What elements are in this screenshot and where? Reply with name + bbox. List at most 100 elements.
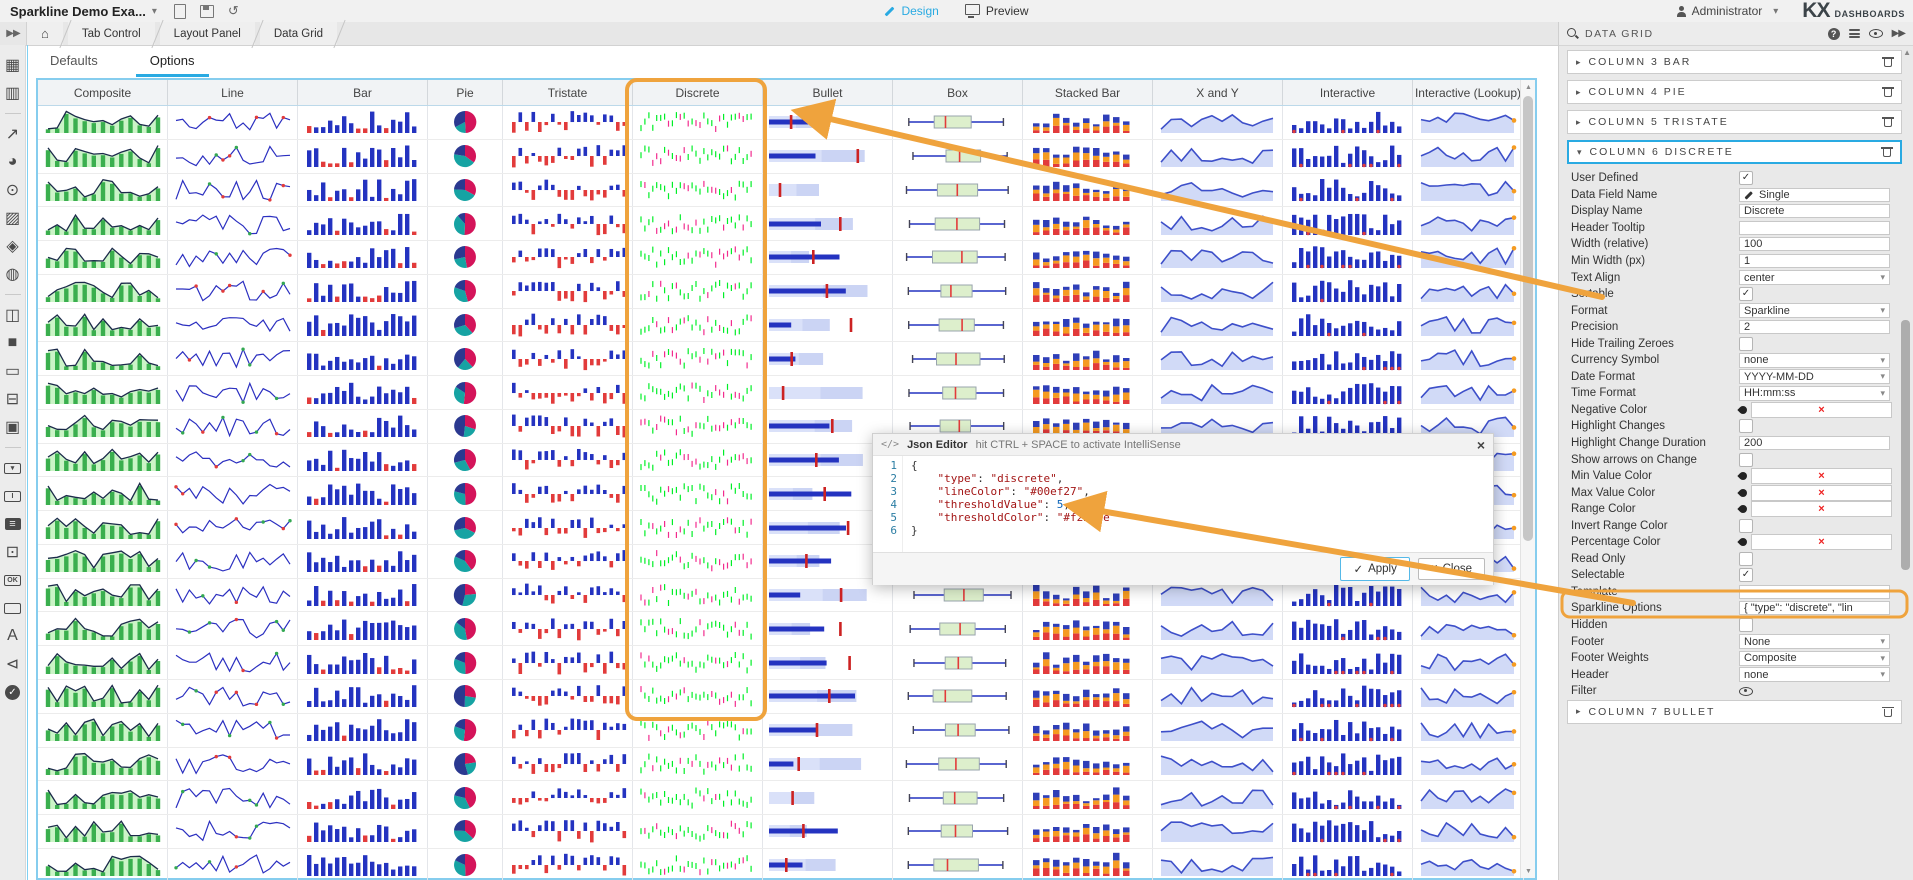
cell-composite[interactable] [38,376,168,409]
cell-bullet[interactable] [763,714,893,747]
color-droplet-icon[interactable] [1737,537,1748,548]
checkbox[interactable]: ✓ [1739,287,1753,301]
cell-lookup[interactable] [1413,376,1524,409]
cell-box[interactable] [893,612,1023,645]
cell-tristate[interactable] [503,646,633,679]
cell-line[interactable] [168,748,298,781]
color-droplet-icon[interactable] [1737,487,1748,498]
cell-xy[interactable] [1153,376,1283,409]
color-droplet-icon[interactable] [1737,404,1748,415]
cell-discrete[interactable] [633,815,763,848]
cell-discrete[interactable] [633,444,763,477]
tab-options[interactable]: Options [136,49,209,77]
cell-line[interactable] [168,241,298,274]
cell-tristate[interactable] [503,207,633,240]
cell-lookup[interactable] [1413,275,1524,308]
cell-interactive[interactable] [1283,748,1413,781]
cell-bullet[interactable] [763,275,893,308]
column-header-stackedbar[interactable]: Stacked Bar [1023,80,1153,105]
cell-tristate[interactable] [503,376,633,409]
cell-tristate[interactable] [503,849,633,880]
cell-bullet[interactable] [763,342,893,375]
cell-xy[interactable] [1153,680,1283,713]
cell-tristate[interactable] [503,748,633,781]
cell-xy[interactable] [1153,174,1283,207]
cell-lookup[interactable] [1413,781,1524,814]
cell-bar[interactable] [298,140,428,173]
breadcrumb-tab-control[interactable]: Tab Control [68,22,155,45]
cell-line[interactable] [168,511,298,544]
color-field[interactable]: × [1751,534,1892,550]
cell-tristate[interactable] [503,309,633,342]
delete-column-icon[interactable] [1882,147,1892,157]
cell-tristate[interactable] [503,140,633,173]
cell-line[interactable] [168,680,298,713]
cell-lookup[interactable] [1413,241,1524,274]
cell-pie[interactable] [428,140,503,173]
cell-stackedbar[interactable] [1023,815,1153,848]
cell-discrete[interactable] [633,309,763,342]
cell-stackedbar[interactable] [1023,646,1153,679]
pie-chart-icon[interactable]: ◕ [3,152,23,172]
text-label-icon[interactable]: A [3,626,23,646]
cell-composite[interactable] [38,275,168,308]
scroll-down-arrow[interactable]: ▼ [1521,864,1536,878]
cell-stackedbar[interactable] [1023,241,1153,274]
cell-box[interactable] [893,781,1023,814]
cell-bar[interactable] [298,477,428,510]
cell-line[interactable] [168,140,298,173]
cell-pie[interactable] [428,748,503,781]
cell-tristate[interactable] [503,579,633,612]
cell-interactive[interactable] [1283,207,1413,240]
cell-discrete[interactable] [633,579,763,612]
json-code-line[interactable]: "thresholdColor": "#f22b8e" [911,511,1116,524]
breadcrumb-home[interactable]: ⌂ [27,22,63,45]
cell-composite[interactable] [38,342,168,375]
cell-stackedbar[interactable] [1023,714,1153,747]
cell-interactive[interactable] [1283,646,1413,679]
cell-bullet[interactable] [763,646,893,679]
cell-box[interactable] [893,140,1023,173]
cell-pie[interactable] [428,342,503,375]
cell-stackedbar[interactable] [1023,612,1153,645]
cell-discrete[interactable] [633,545,763,578]
cell-tristate[interactable] [503,781,633,814]
cell-lookup[interactable] [1413,714,1524,747]
cell-composite[interactable] [38,207,168,240]
cell-lookup[interactable] [1413,748,1524,781]
dropdown-panel-icon[interactable]: ⊡ [3,542,23,562]
preview-mode-button[interactable]: Preview [965,4,1029,18]
cell-pie[interactable] [428,680,503,713]
cell-bar[interactable] [298,342,428,375]
cell-pie[interactable] [428,444,503,477]
cell-bullet[interactable] [763,241,893,274]
cell-stackedbar[interactable] [1023,781,1153,814]
dropdown-select[interactable]: Sparkline▾ [1739,303,1890,318]
color-field[interactable]: × [1751,485,1892,501]
checkbox[interactable] [1739,552,1753,566]
cell-composite[interactable] [38,174,168,207]
check-circle-icon[interactable]: ✓ [3,682,23,702]
cell-composite[interactable] [38,477,168,510]
color-droplet-icon[interactable] [1737,470,1748,481]
cell-lookup[interactable] [1413,106,1524,139]
cell-bar[interactable] [298,646,428,679]
cell-pie[interactable] [428,612,503,645]
text-field[interactable] [1739,221,1890,235]
delete-column-icon[interactable] [1883,707,1893,717]
json-code-line[interactable]: } [911,524,1116,537]
scroll-up-arrow[interactable]: ▲ [1521,80,1536,94]
cell-bar[interactable] [298,174,428,207]
design-mode-button[interactable]: Design [884,4,938,18]
json-editor-body[interactable]: 123456 { "type": "discrete", "lineColor"… [873,456,1493,552]
search-icon[interactable] [1567,28,1579,40]
text-field[interactable]: Discrete [1739,204,1890,218]
area-chart-icon[interactable]: ▨ [3,208,23,228]
cell-tristate[interactable] [503,275,633,308]
panel-scroll-thumb[interactable] [1901,320,1910,570]
cell-line[interactable] [168,477,298,510]
cell-interactive[interactable] [1283,106,1413,139]
cell-bullet[interactable] [763,748,893,781]
cell-pie[interactable] [428,275,503,308]
cell-composite[interactable] [38,646,168,679]
